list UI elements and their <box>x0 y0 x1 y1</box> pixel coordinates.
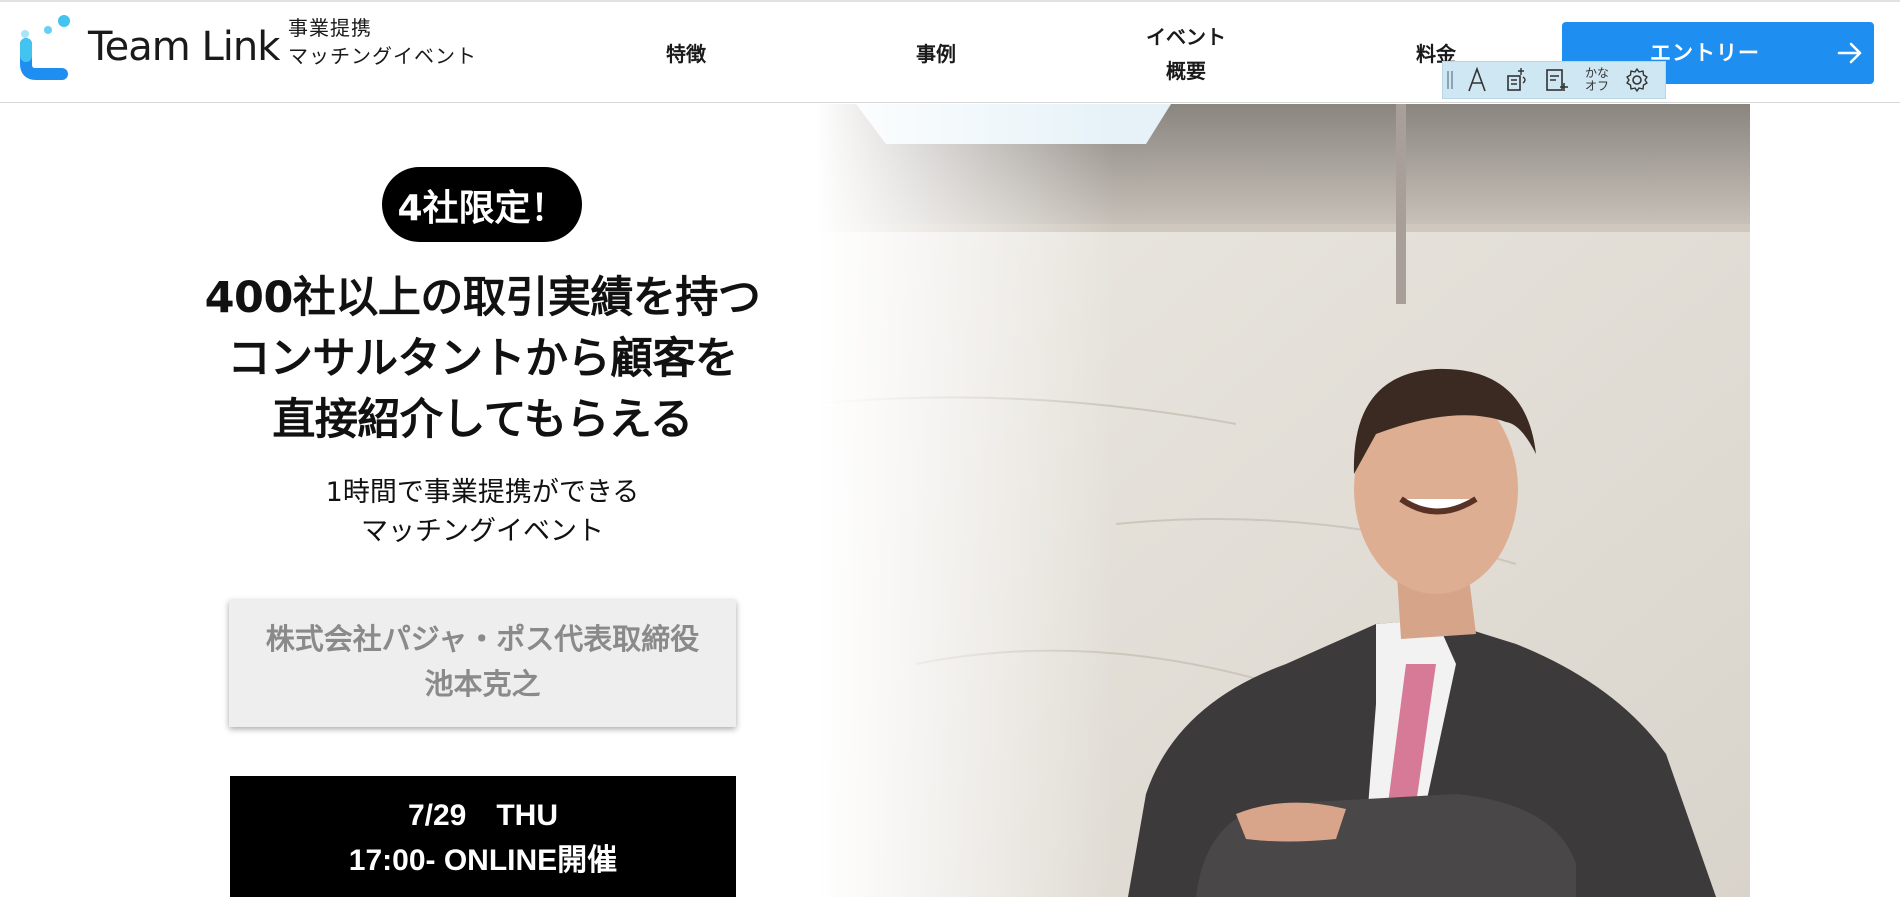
read-aloud-icon[interactable] <box>1497 62 1537 98</box>
limited-badge: 4社限定！ <box>382 167 582 242</box>
kana-label: オフ <box>1584 79 1609 93</box>
nav-item-cases[interactable]: 事例 <box>876 2 996 105</box>
headline-line: コンサルタントから顧客を <box>227 334 739 384</box>
nav-item-label: 概要 <box>1166 58 1206 83</box>
event-time: 17:00- ONLINE開催 <box>348 844 618 877</box>
brand-subtitle-line: 事業提携 <box>288 16 372 40</box>
speaker-photo <box>816 104 1750 897</box>
text-size-icon[interactable] <box>1457 62 1497 98</box>
event-date-box: 7/29 THU 17:00- ONLINE開催 <box>230 776 736 897</box>
brand-subtitle-line: マッチングイベント <box>288 44 477 68</box>
headline-line: 400社以上の取引実績を持つ <box>204 273 761 323</box>
brand-subtitle: 事業提携 マッチングイベント <box>288 14 477 70</box>
site-header: Team Link 事業提携 マッチングイベント 特徴 事例 イベント 概要 料… <box>0 0 1900 103</box>
headline-line: 直接紹介してもらえる <box>272 395 693 445</box>
nav-item-label: 特徴 <box>666 41 706 66</box>
speaker-title: 株式会社パジャ・ポス代表取締役 <box>265 622 700 656</box>
nav-item-label: イベント <box>1146 24 1226 49</box>
speaker-name: 池本克之 <box>424 667 541 701</box>
accessibility-toolbar: かな オフ <box>1442 61 1666 99</box>
speaker-card: 株式会社パジャ・ポス代表取締役 池本克之 <box>229 600 736 727</box>
ruby-icon[interactable] <box>1537 62 1577 98</box>
subheadline-line: 1時間で事業提携ができる <box>325 477 640 508</box>
hero-headline: 400社以上の取引実績を持つ コンサルタントから顧客を 直接紹介してもらえる <box>150 268 815 451</box>
team-link-logo-icon <box>20 15 70 80</box>
hero-subheadline: 1時間で事業提携ができる マッチングイベント <box>250 473 715 551</box>
nav-item-features[interactable]: 特徴 <box>626 2 746 105</box>
team-link-logo[interactable]: Team Link <box>18 14 280 80</box>
event-date: 7/29 THU <box>407 799 559 832</box>
entry-button-label: エントリー <box>1650 41 1760 65</box>
nav-item-event-overview[interactable]: イベント 概要 <box>1108 2 1264 105</box>
subheadline-line: マッチングイベント <box>361 516 604 547</box>
settings-icon[interactable] <box>1617 62 1657 98</box>
logo-text: Team Link <box>88 24 280 70</box>
arrow-right-icon <box>1837 42 1862 64</box>
drag-handle-icon[interactable] <box>1443 62 1457 98</box>
nav-item-label: 事例 <box>916 41 956 66</box>
kana-off-toggle[interactable]: かな オフ <box>1577 62 1617 98</box>
